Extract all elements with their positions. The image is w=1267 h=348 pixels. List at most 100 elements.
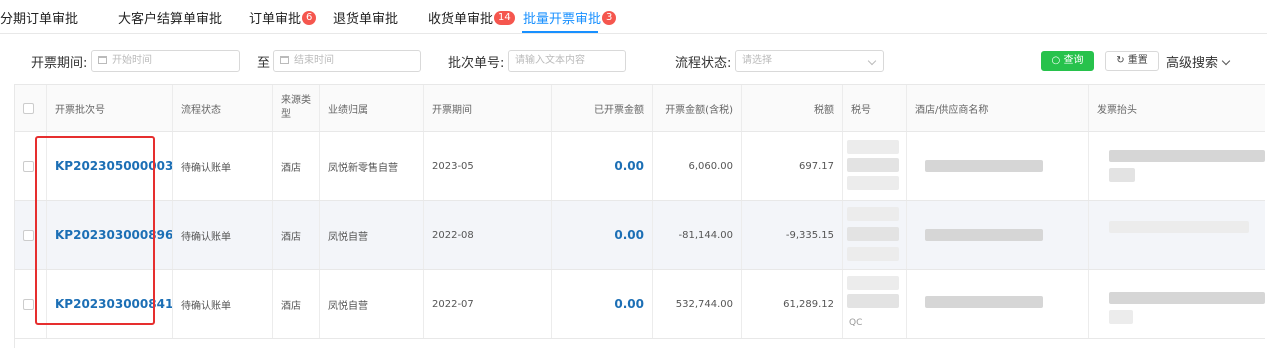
tab-return-order-approval[interactable]: 退货单审批 [333, 8, 398, 27]
batch-no-placeholder: 请输入文本内容 [515, 55, 585, 66]
count-badge: 14 [494, 10, 515, 25]
status-label: 流程状态: [675, 56, 732, 71]
redacted-block [847, 140, 899, 154]
chevron-down-icon [1221, 56, 1231, 66]
invoice-amount-tax-cell: 532,744.00 [653, 270, 742, 338]
approval-tabs: 分期订单审批 大客户结算单审批 订单审批 6 退货单审批 收货单审批 14 批量… [0, 0, 1267, 34]
period-cell: 2022-08 [424, 201, 552, 269]
redacted-block [847, 207, 899, 221]
redacted-block [925, 160, 1043, 172]
period-cell: 2022-07 [424, 270, 552, 338]
advanced-search-label: 高级搜索 [1166, 56, 1219, 71]
status-cell: 待确认账单 [173, 132, 273, 200]
status-select[interactable]: 请选择 [735, 50, 884, 72]
tax-no-cell [843, 201, 907, 269]
business-cell: 凤悦新零售自营 [320, 132, 424, 200]
start-date-placeholder: 开始时间 [112, 55, 152, 66]
status-cell: 待确认账单 [173, 201, 273, 269]
invoiced-amount-cell: 0.00 [552, 270, 653, 338]
query-button-label: 查询 [1063, 55, 1084, 66]
tax-cell: -9,335.15 [742, 201, 843, 269]
redacted-block [847, 247, 899, 261]
row-checkbox[interactable] [23, 160, 34, 172]
redacted-block [1109, 150, 1265, 162]
tab-order-approval[interactable]: 订单审批 6 [249, 8, 317, 27]
invoice-amount-tax-cell: 6,060.00 [653, 132, 742, 200]
hotel-supplier-cell [907, 201, 1089, 269]
invoice-title-cell [1089, 201, 1265, 269]
calendar-icon [280, 56, 289, 64]
end-date-input[interactable]: 结束时间 [273, 50, 421, 72]
source-type-cell: 酒店 [273, 270, 320, 338]
period-label: 开票期间: [31, 56, 88, 71]
header-source-type: 来源类型 [273, 85, 320, 131]
table-row[interactable]: KP202303000841 待确认账单 酒店 凤悦自营 2022-07 0.0… [15, 270, 1265, 339]
table-row[interactable]: KP202303000896 待确认账单 酒店 凤悦自营 2022-08 0.0… [15, 201, 1265, 270]
invoiced-amount-cell: 0.00 [552, 132, 653, 200]
row-checkbox[interactable] [23, 298, 34, 310]
source-type-cell: 酒店 [273, 201, 320, 269]
refresh-icon: ↻ [1116, 55, 1125, 66]
status-placeholder: 请选择 [742, 55, 772, 66]
reset-button[interactable]: ↻ 重置 [1105, 51, 1159, 71]
redacted-block [847, 294, 899, 308]
header-period: 开票期间 [424, 85, 552, 131]
redacted-block [1109, 292, 1265, 304]
tab-label: 订单审批 [249, 12, 302, 27]
redacted-block [847, 276, 899, 290]
to-label: 至 [257, 56, 271, 71]
tab-label: 大客户结算单审批 [118, 12, 223, 27]
invoice-batch-table: 开票批次号 流程状态 来源类型 业绩归属 开票期间 已开票金额 开票金额(含税)… [14, 84, 1265, 348]
redacted-block [1109, 310, 1133, 324]
redacted-block [847, 176, 899, 190]
source-type-cell: 酒店 [273, 132, 320, 200]
tab-label: 分期订单审批 [0, 12, 79, 27]
tab-key-account-settlement-approval[interactable]: 大客户结算单审批 [118, 8, 222, 27]
redacted-block [847, 227, 899, 241]
invoiced-amount-value: 0.00 [614, 159, 644, 173]
hotel-supplier-cell [907, 270, 1089, 338]
header-invoice-title: 发票抬头 [1097, 104, 1137, 116]
advanced-search-toggle[interactable]: 高级搜索 [1166, 52, 1231, 71]
invoiced-amount-cell: 0.00 [552, 201, 653, 269]
status-cell: 待确认账单 [173, 270, 273, 338]
redacted-block [847, 158, 899, 172]
redacted-block [925, 296, 1043, 308]
tab-installment-order-approval[interactable]: 分期订单审批 [0, 8, 78, 27]
tab-receipt-approval[interactable]: 收货单审批 14 [428, 8, 515, 27]
batch-no-label: 批次单号: [448, 56, 505, 71]
chevron-down-icon [867, 56, 877, 66]
header-tax: 税额 [742, 85, 843, 131]
batch-no-input[interactable]: 请输入文本内容 [508, 50, 626, 72]
header-invoice-amount-tax: 开票金额(含税) [653, 85, 742, 131]
count-badge: 6 [302, 10, 317, 25]
row-checkbox[interactable] [23, 229, 34, 241]
end-date-placeholder: 结束时间 [294, 55, 334, 66]
business-cell: 凤悦自营 [320, 270, 424, 338]
start-date-input[interactable]: 开始时间 [91, 50, 240, 72]
header-tax-no: 税号 [843, 85, 907, 131]
reset-button-label: 重置 [1127, 55, 1148, 66]
tax-cell: 697.17 [742, 132, 843, 200]
table-row[interactable]: KP202305000003 待确认账单 酒店 凤悦新零售自营 2023-05 … [15, 132, 1265, 201]
tab-label: 收货单审批 [428, 12, 494, 27]
table-header: 开票批次号 流程状态 来源类型 业绩归属 开票期间 已开票金额 开票金额(含税)… [15, 84, 1265, 132]
select-all-checkbox[interactable] [23, 102, 34, 114]
tab-label: 批量开票审批 [523, 12, 602, 27]
invoice-title-cell [1089, 132, 1265, 200]
count-badge: 3 [602, 10, 617, 25]
header-invoiced-amount: 已开票金额 [552, 85, 653, 131]
tax-no-cell [843, 132, 907, 200]
filter-bar: 开票期间: 开始时间 至 结束时间 批次单号: 请输入文本内容 流程状态: 请选… [0, 44, 1267, 78]
redacted-block [1109, 168, 1135, 182]
invoice-title-cell [1089, 270, 1265, 338]
tab-label: 退货单审批 [333, 12, 399, 27]
calendar-icon [98, 56, 107, 64]
query-button[interactable]: ○ 查询 [1041, 51, 1094, 71]
header-checkbox-cell [15, 85, 47, 131]
invoiced-amount-value: 0.00 [614, 228, 644, 242]
tab-batch-invoice-approval[interactable]: 批量开票审批 3 [523, 8, 617, 27]
business-cell: 凤悦自营 [320, 201, 424, 269]
header-batch-no: 开票批次号 [47, 85, 173, 131]
invoiced-amount-value: 0.00 [614, 297, 644, 311]
